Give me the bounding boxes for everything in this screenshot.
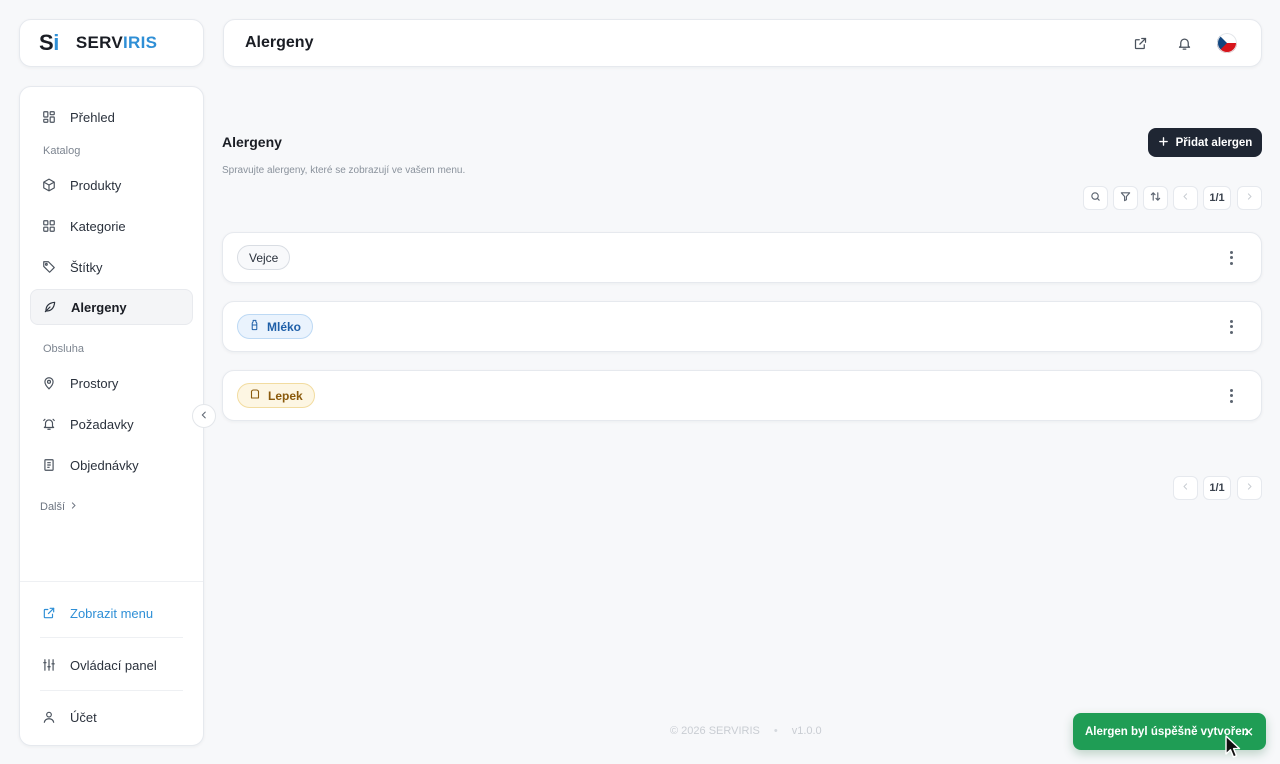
sidebar-item-kategorie[interactable]: Kategorie [30,208,193,244]
sidebar-item-label: Kategorie [70,218,126,234]
view-menu-label: Zobrazit menu [70,605,154,621]
sidebar-item-pozadavky[interactable]: Požadavky [30,406,193,442]
sidebar-divider [40,690,183,691]
logo-name: SERVIRIS [75,33,158,52]
account-label: Účet [70,709,97,725]
footer: © 2026 SERVIRIS • v1.0.0 [670,725,822,737]
sidebar-item-label: Produkty [70,177,122,193]
search-button[interactable] [1083,186,1108,210]
logo[interactable]: Si SERVIRIS [19,19,204,67]
sidebar-item-label: Požadavky [70,416,134,432]
more-options-icon[interactable] [1223,248,1239,268]
footer-version: v1.0.0 [791,725,822,737]
prev-page-button[interactable] [1173,476,1198,500]
footer-copyright: © 2026 SERVIRIS [670,725,760,737]
czech-flag-icon[interactable] [1217,33,1237,53]
filter-icon [1120,191,1131,205]
sidebar-item-stitky[interactable]: Štítky [30,249,193,285]
bread-icon [249,388,261,403]
more-link[interactable]: Další [40,501,78,513]
allergen-name: Lepek [268,388,303,403]
sliders-icon [41,658,56,673]
chevron-left-icon [1181,192,1190,204]
chevron-left-icon [199,407,209,425]
sidebar-item-alergeny[interactable]: Alergeny [30,289,193,325]
dashboard-icon [41,110,56,125]
close-icon[interactable]: ✕ [1243,725,1254,738]
content-subtitle: Spravujte alergeny, které se zobrazují v… [222,165,466,176]
sidebar-item-label: Přehled [70,109,115,125]
sort-button[interactable] [1143,186,1168,210]
allergen-chip: Lepek [237,383,315,408]
top-header: Alergeny [223,19,1262,67]
chevron-right-icon [1245,482,1254,494]
allergen-row[interactable]: Vejce [222,232,1262,283]
allergen-name: Mléko [267,319,302,334]
account-link[interactable]: Účet [30,699,193,735]
box-icon [41,178,56,193]
search-icon [1090,191,1101,205]
section-label-service: Obsluha [43,343,84,355]
add-allergen-label: Přidat alergen [1175,136,1253,149]
bell-icon[interactable] [1173,32,1195,54]
external-link-icon[interactable] [1129,32,1151,54]
bell-ring-icon [41,417,56,432]
next-page-button[interactable] [1237,186,1262,210]
map-pin-icon [41,376,56,391]
header-actions [1129,20,1237,66]
allergen-chip: Vejce [237,245,291,270]
chevron-right-icon [69,501,78,513]
sidebar-item-label: Prostory [70,375,119,391]
grid-icon [41,219,56,234]
add-allergen-button[interactable]: Přidat alergen [1148,128,1262,157]
control-panel-link[interactable]: Ovládací panel [30,647,193,683]
logo-mark: Si [39,30,59,55]
external-link-icon [41,606,56,621]
section-label-catalog: Katalog [43,145,81,157]
page-indicator: 1/1 [1203,186,1231,210]
allergen-name: Vejce [249,250,279,265]
more-options-icon[interactable] [1223,386,1239,406]
sidebar-collapse-button[interactable] [192,404,216,428]
allergen-row[interactable]: Mléko [222,301,1262,352]
sidebar-divider [20,581,203,582]
sidebar: Přehled Katalog Produkty Kategorie Štítk… [19,86,204,746]
page-indicator: 1/1 [1203,476,1231,500]
tag-icon [41,260,56,275]
footer-separator: • [773,725,778,737]
sidebar-item-label: Alergeny [71,299,127,315]
sidebar-item-prehled[interactable]: Přehled [30,99,193,135]
content-title: Alergeny [222,134,282,150]
user-icon [41,710,56,725]
sidebar-item-prostory[interactable]: Prostory [30,365,193,401]
chevron-left-icon [1181,482,1190,494]
sidebar-divider [40,637,183,638]
sort-icon [1150,191,1161,205]
prev-page-button[interactable] [1173,186,1198,210]
mouse-cursor-icon [1225,735,1241,758]
filter-button[interactable] [1113,186,1138,210]
more-options-icon[interactable] [1223,317,1239,337]
chevron-right-icon [1245,192,1254,204]
sidebar-item-objednavky[interactable]: Objednávky [30,447,193,483]
control-panel-label: Ovládací panel [70,657,157,673]
allergen-row[interactable]: Lepek [222,370,1262,421]
allergen-chip: Mléko [237,314,314,339]
plus-icon [1158,136,1169,150]
leaf-icon [42,300,57,315]
page-title: Alergeny [245,34,314,51]
sidebar-item-label: Štítky [70,259,103,275]
sidebar-item-label: Objednávky [70,457,139,473]
view-menu-link[interactable]: Zobrazit menu [30,595,193,631]
sidebar-item-produkty[interactable]: Produkty [30,167,193,203]
receipt-icon [41,458,56,473]
next-page-button[interactable] [1237,476,1262,500]
milk-bottle-icon [249,319,260,334]
